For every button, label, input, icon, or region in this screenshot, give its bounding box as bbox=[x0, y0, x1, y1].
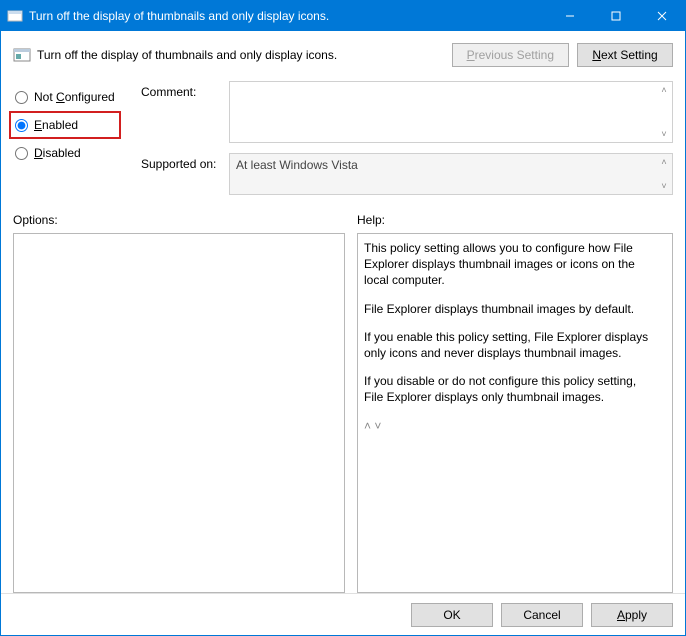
radio-enabled[interactable]: Enabled bbox=[9, 111, 121, 139]
scroll-down-icon[interactable]: ˅ bbox=[657, 179, 671, 193]
window-controls bbox=[547, 1, 685, 31]
radio-enabled-label: Enabled bbox=[34, 118, 78, 132]
window-title: Turn off the display of thumbnails and o… bbox=[29, 9, 547, 23]
apply-button[interactable]: Apply bbox=[591, 603, 673, 627]
minimize-button[interactable] bbox=[547, 1, 593, 31]
options-box bbox=[13, 233, 345, 593]
ok-button[interactable]: OK bbox=[411, 603, 493, 627]
radio-not-configured-input[interactable] bbox=[15, 91, 28, 104]
help-label: Help: bbox=[357, 213, 673, 227]
cancel-button[interactable]: Cancel bbox=[501, 603, 583, 627]
supported-field: At least Windows Vista ˄ ˅ bbox=[229, 153, 673, 195]
scroll-up-icon[interactable]: ˄ bbox=[657, 83, 671, 97]
policy-header: Turn off the display of thumbnails and o… bbox=[13, 39, 673, 79]
help-box: This policy setting allows you to config… bbox=[357, 233, 673, 593]
maximize-button[interactable] bbox=[593, 1, 639, 31]
comment-label: Comment: bbox=[141, 81, 229, 143]
policy-window-icon bbox=[7, 8, 23, 24]
scroll-down-icon[interactable]: ˅ bbox=[657, 127, 671, 141]
scroll-down-icon[interactable]: ˅ bbox=[374, 419, 381, 433]
next-setting-button[interactable]: Next Setting bbox=[577, 43, 673, 67]
help-paragraph: If you enable this policy setting, File … bbox=[364, 329, 654, 361]
close-button[interactable] bbox=[639, 1, 685, 31]
previous-setting-button: Previous Setting bbox=[452, 43, 569, 67]
scroll-up-icon[interactable]: ˄ bbox=[657, 155, 671, 169]
supported-value: At least Windows Vista bbox=[236, 158, 358, 172]
radio-not-configured-label: Not Configured bbox=[34, 90, 115, 104]
supported-label: Supported on: bbox=[141, 153, 229, 195]
radio-disabled-input[interactable] bbox=[15, 147, 28, 160]
radio-disabled[interactable]: Disabled bbox=[13, 139, 141, 167]
radio-enabled-input[interactable] bbox=[15, 119, 28, 132]
help-paragraph: If you disable or do not configure this … bbox=[364, 373, 654, 405]
policy-title: Turn off the display of thumbnails and o… bbox=[37, 48, 452, 62]
radio-not-configured[interactable]: Not Configured bbox=[13, 83, 141, 111]
scroll-up-icon[interactable]: ˄ bbox=[364, 419, 371, 433]
dialog-footer: OK Cancel Apply bbox=[1, 593, 685, 635]
policy-icon bbox=[13, 46, 31, 64]
comment-field[interactable]: ˄ ˅ bbox=[229, 81, 673, 143]
options-label: Options: bbox=[13, 213, 345, 227]
radio-disabled-label: Disabled bbox=[34, 146, 81, 160]
help-paragraph: This policy setting allows you to config… bbox=[364, 240, 654, 289]
titlebar: Turn off the display of thumbnails and o… bbox=[1, 1, 685, 31]
help-paragraph: File Explorer displays thumbnail images … bbox=[364, 301, 654, 317]
